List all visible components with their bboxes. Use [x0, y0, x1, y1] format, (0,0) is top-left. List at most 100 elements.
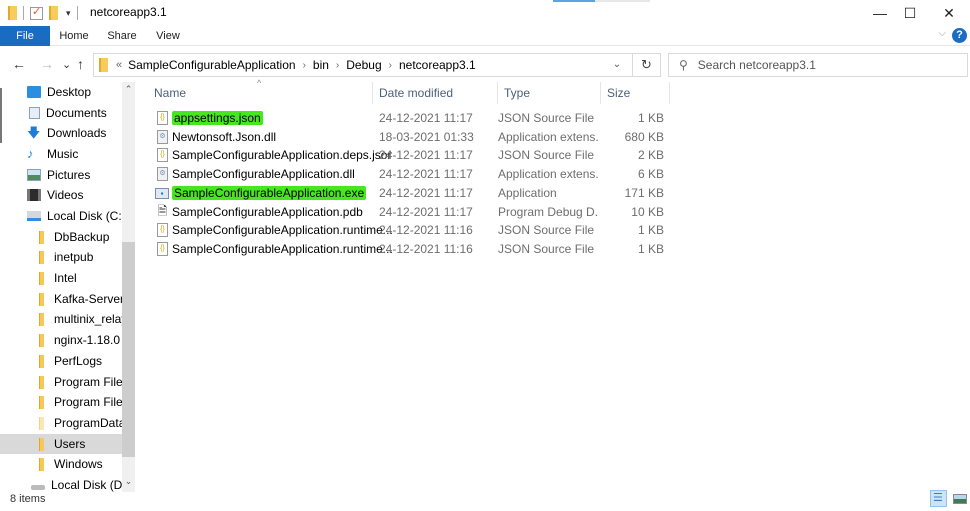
- customize-toolbar-icon[interactable]: ▾: [66, 8, 71, 19]
- file-name[interactable]: Newtonsoft.Json.dll: [172, 128, 392, 146]
- sidebar-item-intel[interactable]: Intel: [0, 268, 122, 288]
- file-size: 10 KB: [631, 204, 664, 219]
- sidebar-item-users[interactable]: Users: [0, 434, 122, 454]
- file-row[interactable]: ⚙ Newtonsoft.Json.dll 18-03-2021 01:33 Appl…: [150, 128, 670, 146]
- file-name[interactable]: SampleConfigurableApplication.dll: [172, 165, 392, 183]
- sidebar-item-windows[interactable]: Windows: [0, 454, 122, 474]
- column-header-size[interactable]: Size: [601, 82, 669, 104]
- breadcrumb-item[interactable]: SampleConfigurableApplication: [128, 58, 295, 72]
- address-bar[interactable]: « SampleConfigurableApplication › bin › …: [93, 53, 633, 77]
- folder-icon: [39, 333, 44, 347]
- column-header-name[interactable]: Name: [148, 82, 372, 104]
- details-view-button[interactable]: [930, 490, 947, 507]
- sidebar-scrollbar[interactable]: ⌃ ⌄: [122, 82, 135, 492]
- sidebar-item-downloads[interactable]: 🡇 Downloads: [0, 123, 122, 143]
- breadcrumb-item[interactable]: netcoreapp3.1: [399, 58, 476, 72]
- sidebar-item-multinix-relays[interactable]: multinix_relays: [0, 309, 122, 329]
- sidebar-item-inetpub[interactable]: inetpub: [0, 247, 122, 267]
- breadcrumb-overflow[interactable]: «: [116, 59, 122, 71]
- file-row[interactable]: ⚙ SampleConfigurableApplication.dll 24-12-…: [150, 165, 670, 183]
- navigation-pane: Desktop Documents 🡇 Downloads ♪ Music Pict…: [0, 82, 135, 492]
- column-header-date-modified[interactable]: Date modified: [373, 82, 497, 104]
- file-row[interactable]: {} SampleConfigurableApplication.runtime.…: [150, 240, 670, 258]
- file-size: 1 KB: [637, 111, 664, 125]
- ribbon: File Home Share View ⌵ ?: [0, 26, 970, 46]
- file-name[interactable]: SampleConfigurableApplication.deps.json: [172, 146, 392, 164]
- file-row[interactable]: 🗎 SampleConfigurableApplication.pdb 24-12-…: [150, 203, 670, 221]
- file-name[interactable]: SampleConfigurableApplication.exe: [172, 184, 392, 202]
- file-name-text: SampleConfigurableApplication.pdb: [172, 204, 363, 219]
- properties-icon[interactable]: [30, 5, 43, 20]
- json-file-icon: {}: [157, 148, 168, 163]
- desktop-icon: [27, 86, 41, 98]
- folder-icon: [39, 437, 44, 451]
- new-folder-icon[interactable]: [49, 6, 58, 20]
- file-name[interactable]: SampleConfigurableApplication.runtime...: [172, 221, 392, 239]
- sidebar-item-label: Documents: [46, 106, 107, 120]
- close-button[interactable]: ✕: [926, 0, 970, 26]
- sidebar-item-local-disk-c[interactable]: Local Disk (C:): [0, 206, 122, 226]
- file-name-text: SampleConfigurableApplication.runtime...: [172, 241, 392, 256]
- file-size: 680 KB: [624, 129, 664, 144]
- file-date-modified: 24-12-2021 11:17: [379, 204, 473, 219]
- separator: [76, 6, 78, 20]
- file-type: JSON Source File: [498, 241, 595, 256]
- help-icon[interactable]: ?: [952, 28, 967, 43]
- tab-file[interactable]: File: [0, 26, 50, 46]
- tab-view[interactable]: View: [148, 26, 188, 46]
- sidebar-item-local-disk-d[interactable]: Local Disk (D:): [0, 475, 122, 492]
- refresh-button[interactable]: ↻: [633, 53, 661, 77]
- back-button[interactable]: ←: [12, 56, 26, 72]
- sidebar-item-pictures[interactable]: Pictures: [0, 165, 122, 185]
- sidebar-item-label: Videos: [47, 188, 84, 202]
- sidebar-item-label: DbBackup: [54, 230, 110, 244]
- sidebar-item-nginx[interactable]: nginx-1.18.0: [0, 330, 122, 350]
- breadcrumb-separator[interactable]: ›: [303, 60, 306, 71]
- sidebar-item-program-files-x86[interactable]: Program Files (: [0, 392, 122, 412]
- breadcrumb-item[interactable]: bin: [313, 58, 329, 72]
- file-date-modified: 24-12-2021 11:17: [379, 167, 473, 182]
- forward-button[interactable]: →: [40, 56, 54, 72]
- column-header-type[interactable]: Type: [498, 82, 600, 104]
- scrollbar-thumb[interactable]: [122, 242, 135, 457]
- breadcrumb-separator[interactable]: ›: [336, 60, 339, 71]
- column-divider[interactable]: [669, 82, 670, 104]
- file-name[interactable]: SampleConfigurableApplication.pdb: [172, 203, 392, 221]
- file-date-modified: 24-12-2021 11:17: [379, 185, 473, 200]
- sidebar-item-music[interactable]: ♪ Music: [0, 144, 122, 164]
- sidebar-item-documents[interactable]: Documents: [0, 103, 122, 123]
- file-row[interactable]: ▪ SampleConfigurableApplication.exe 24-12-…: [150, 184, 670, 202]
- tab-home[interactable]: Home: [52, 26, 96, 46]
- json-file-icon: {}: [157, 241, 168, 256]
- address-dropdown-button[interactable]: ⌄: [602, 54, 632, 76]
- expand-ribbon-icon[interactable]: ⌵: [938, 28, 946, 39]
- up-button[interactable]: ↑: [77, 56, 84, 72]
- scroll-up-button[interactable]: ⌃: [122, 84, 135, 95]
- sidebar-item-kafka-server[interactable]: Kafka-Server: [0, 289, 122, 309]
- breadcrumb-item[interactable]: Debug: [346, 58, 381, 72]
- sidebar-item-program-files[interactable]: Program Files: [0, 372, 122, 392]
- sidebar-item-programdata[interactable]: ProgramData: [0, 413, 122, 433]
- sidebar-item-perflogs[interactable]: PerfLogs: [0, 351, 122, 371]
- breadcrumb-separator[interactable]: ›: [389, 60, 392, 71]
- file-name-text: SampleConfigurableApplication.runtime...: [172, 223, 392, 238]
- file-size: 171 KB: [624, 185, 664, 200]
- file-name[interactable]: appsettings.json: [172, 109, 392, 127]
- title-bar: ▾ netcoreapp3.1 — ☐ ✕: [0, 0, 970, 26]
- file-row[interactable]: {} SampleConfigurableApplication.runtime.…: [150, 221, 670, 239]
- search-input[interactable]: ⚲ Search netcoreapp3.1: [668, 53, 968, 77]
- sidebar-item-label: Users: [54, 437, 86, 451]
- recent-locations-button[interactable]: ⌄: [62, 58, 71, 71]
- tab-share[interactable]: Share: [100, 26, 144, 46]
- file-size: 1 KB: [637, 241, 664, 256]
- sidebar-item-videos[interactable]: Videos: [0, 185, 122, 205]
- sidebar-item-desktop[interactable]: Desktop: [0, 82, 122, 102]
- scroll-down-button[interactable]: ⌄: [122, 476, 135, 487]
- file-name[interactable]: SampleConfigurableApplication.runtime...: [172, 240, 392, 258]
- file-row[interactable]: {} SampleConfigurableApplication.deps.jso…: [150, 146, 670, 164]
- status-item-count: 8 items: [10, 493, 46, 505]
- large-icons-view-button[interactable]: [951, 490, 968, 507]
- file-row[interactable]: {} appsettings.json 24-12-2021 11:17 JSON S…: [150, 109, 670, 127]
- sidebar-item-label: nginx-1.18.0: [54, 333, 121, 347]
- sidebar-item-dbbackup[interactable]: DbBackup: [0, 227, 122, 247]
